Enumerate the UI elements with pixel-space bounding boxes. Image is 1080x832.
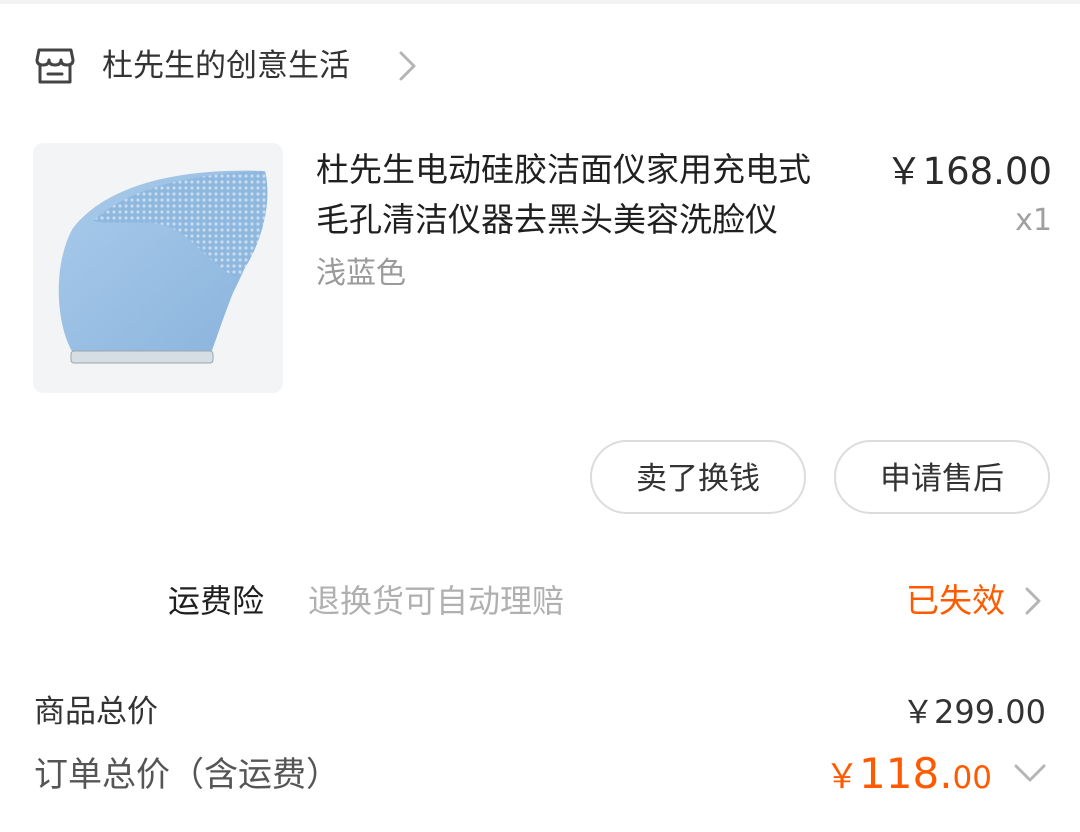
order-total-currency: ￥ [825, 757, 860, 797]
product-variant: 浅蓝色 [316, 256, 406, 291]
chevron-down-icon[interactable] [1012, 760, 1048, 786]
product-image[interactable] [33, 143, 283, 393]
shipping-insurance-label: 运费险 [168, 582, 265, 620]
sell-button[interactable]: 卖了换钱 [590, 440, 806, 514]
goods-total-value: ￥299.00 [902, 693, 1046, 731]
product-price: ￥168.00 [885, 150, 1052, 193]
product-title-line-2: 毛孔清洁仪器去黑头美容洗脸仪 [316, 200, 778, 239]
product-title[interactable]: 杜先生电动硅胶洁面仪家用充电式 毛孔清洁仪器去黑头美容洗脸仪 [316, 145, 876, 245]
shipping-insurance-description: 退换货可自动理赔 [308, 582, 565, 620]
shipping-insurance-status[interactable]: 已失效 [906, 578, 1005, 624]
top-divider [0, 0, 1080, 4]
order-total-integer: 118. [859, 749, 953, 798]
product-quantity: x1 [1015, 203, 1052, 238]
goods-total-label: 商品总价 [34, 694, 158, 730]
shop-name[interactable]: 杜先生的创意生活 [102, 44, 350, 88]
order-total-label: 订单总价（含运费） [34, 755, 340, 795]
order-total-decimal: 00 [952, 760, 992, 796]
product-title-line-1: 杜先生电动硅胶洁面仪家用充电式 [316, 150, 811, 189]
chevron-right-icon[interactable] [1022, 586, 1044, 616]
order-total-value: ￥118.00 [825, 748, 992, 809]
shop-header[interactable]: 杜先生的创意生活 [0, 36, 460, 96]
chevron-right-icon [396, 50, 420, 82]
shop-icon [34, 46, 76, 86]
after-sales-button[interactable]: 申请售后 [834, 440, 1050, 514]
